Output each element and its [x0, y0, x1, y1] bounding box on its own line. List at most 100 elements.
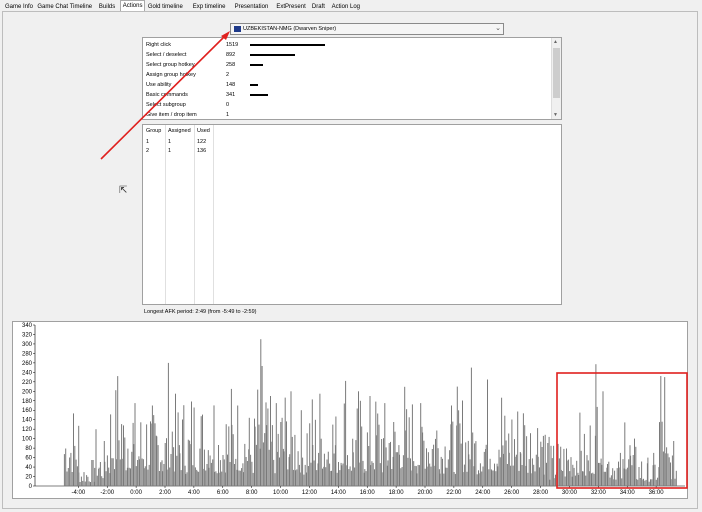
table-cell: 136: [197, 148, 207, 154]
chart-bar: [449, 450, 451, 486]
action-stat-value: 1519: [226, 42, 239, 48]
chart-bar: [491, 470, 493, 486]
chart-bar: [395, 452, 397, 486]
chart-bar: [446, 467, 448, 486]
chart-bar: [66, 471, 68, 486]
chart-bar: [162, 471, 164, 486]
chart-bar: [528, 459, 530, 486]
vertical-scrollbar[interactable]: ▲ ▼: [551, 38, 561, 119]
chart-bar: [387, 460, 389, 486]
y-tick-label: 180: [22, 399, 33, 405]
chart-bar: [488, 469, 490, 486]
chart-bar: [602, 391, 604, 486]
chart-bar: [567, 459, 569, 486]
chart-bar: [355, 440, 357, 486]
chart-bar: [318, 452, 320, 486]
x-tick-label: 24:00: [475, 490, 491, 496]
x-tick-label: 12:00: [302, 490, 318, 496]
chart-bar: [423, 440, 425, 486]
chart-svg: 0 20 40 60 80 100 120 140 160 180 200 220 240 260 280 3…: [22, 323, 685, 496]
y-tick-label: 320: [22, 332, 33, 338]
chart-bar: [578, 475, 580, 486]
chart-bar: [377, 413, 379, 486]
chart-bar: [252, 472, 254, 486]
chart-bar: [121, 458, 123, 486]
chart-bar: [587, 460, 589, 486]
chart-bar: [410, 470, 412, 486]
chart-bar: [483, 451, 485, 486]
chart-bar: [394, 431, 396, 486]
x-tick-label: 32:00: [591, 490, 607, 496]
chart-bar: [310, 462, 312, 486]
chart-bar: [170, 454, 172, 486]
chart-bar: [495, 471, 497, 486]
chart-bar: [105, 471, 107, 486]
y-tick-label: 120: [22, 427, 33, 433]
chart-bar: [401, 467, 403, 486]
chart-bar: [454, 473, 456, 486]
chart-bar: [295, 470, 296, 486]
scrollbar-thumb[interactable]: [553, 48, 560, 98]
chart-bar: [127, 448, 129, 486]
column-header[interactable]: Used: [197, 128, 210, 134]
player-select-value: UZBEKISTAN-NMG (Dwarven Sniper): [243, 26, 337, 32]
chart-bar: [215, 471, 217, 486]
chart-bar: [225, 424, 227, 486]
chevron-down-icon[interactable]: ⌄: [495, 24, 501, 32]
chart-bar: [540, 441, 542, 486]
chart-bar: [193, 407, 195, 486]
chart-bar: [137, 460, 139, 486]
chart-bar: [563, 448, 565, 486]
chart-bar: [238, 470, 240, 486]
chart-bar: [325, 467, 327, 486]
chart-bar: [169, 467, 171, 486]
player-select[interactable]: UZBEKISTAN-NMG (Dwarven Sniper) ⌄: [230, 23, 504, 35]
chart-bar: [379, 463, 381, 486]
chart-bar: [607, 464, 608, 486]
chart-bar: [468, 454, 470, 486]
chart-bar: [312, 445, 314, 486]
chart-bar: [674, 478, 676, 486]
chart-bar: [244, 443, 246, 486]
chart-bar: [158, 471, 160, 486]
chart-bar: [391, 469, 393, 486]
chart-bar: [618, 467, 620, 486]
chart-bar: [280, 422, 282, 486]
chart-bar: [255, 444, 257, 486]
chart-bar: [512, 465, 514, 486]
chart-bar: [647, 457, 649, 486]
chart-bar: [541, 447, 543, 486]
x-tick-label: 22:00: [446, 490, 462, 496]
chart-bar: [479, 463, 481, 486]
column-header[interactable]: Group: [146, 128, 161, 134]
chart-bar: [456, 386, 458, 486]
chart-bar: [643, 478, 644, 486]
action-stat-label: Assign group hotkey: [146, 72, 196, 78]
chart-bar: [237, 405, 239, 486]
scroll-up-icon[interactable]: ▲: [553, 39, 558, 45]
chart-bar: [526, 436, 528, 486]
chart-bar: [118, 440, 120, 486]
chart-bar: [212, 459, 214, 486]
chart-bar: [183, 405, 185, 486]
chart-bar: [388, 443, 390, 486]
chart-bar: [531, 458, 533, 486]
column-header[interactable]: Assigned: [168, 128, 191, 134]
scroll-down-icon[interactable]: ▼: [553, 112, 558, 118]
chart-bar: [196, 471, 198, 486]
chart-bar: [612, 479, 614, 486]
chart-bar: [404, 430, 406, 486]
chart-bar: [319, 393, 321, 486]
x-tick-label: 8:00: [246, 490, 258, 496]
chart-bar: [326, 459, 328, 486]
chart-bar: [564, 476, 566, 486]
chart-bar: [142, 459, 144, 486]
action-stat-label: Give item / drop item: [146, 112, 197, 118]
y-tick-label: 80: [25, 446, 32, 452]
x-tick-label: 34:00: [620, 490, 636, 496]
flag-icon: [234, 26, 241, 32]
chart-bar: [306, 433, 308, 486]
chart-bar: [487, 379, 488, 486]
chart-bar: [148, 464, 150, 486]
chart-bar: [608, 461, 610, 486]
